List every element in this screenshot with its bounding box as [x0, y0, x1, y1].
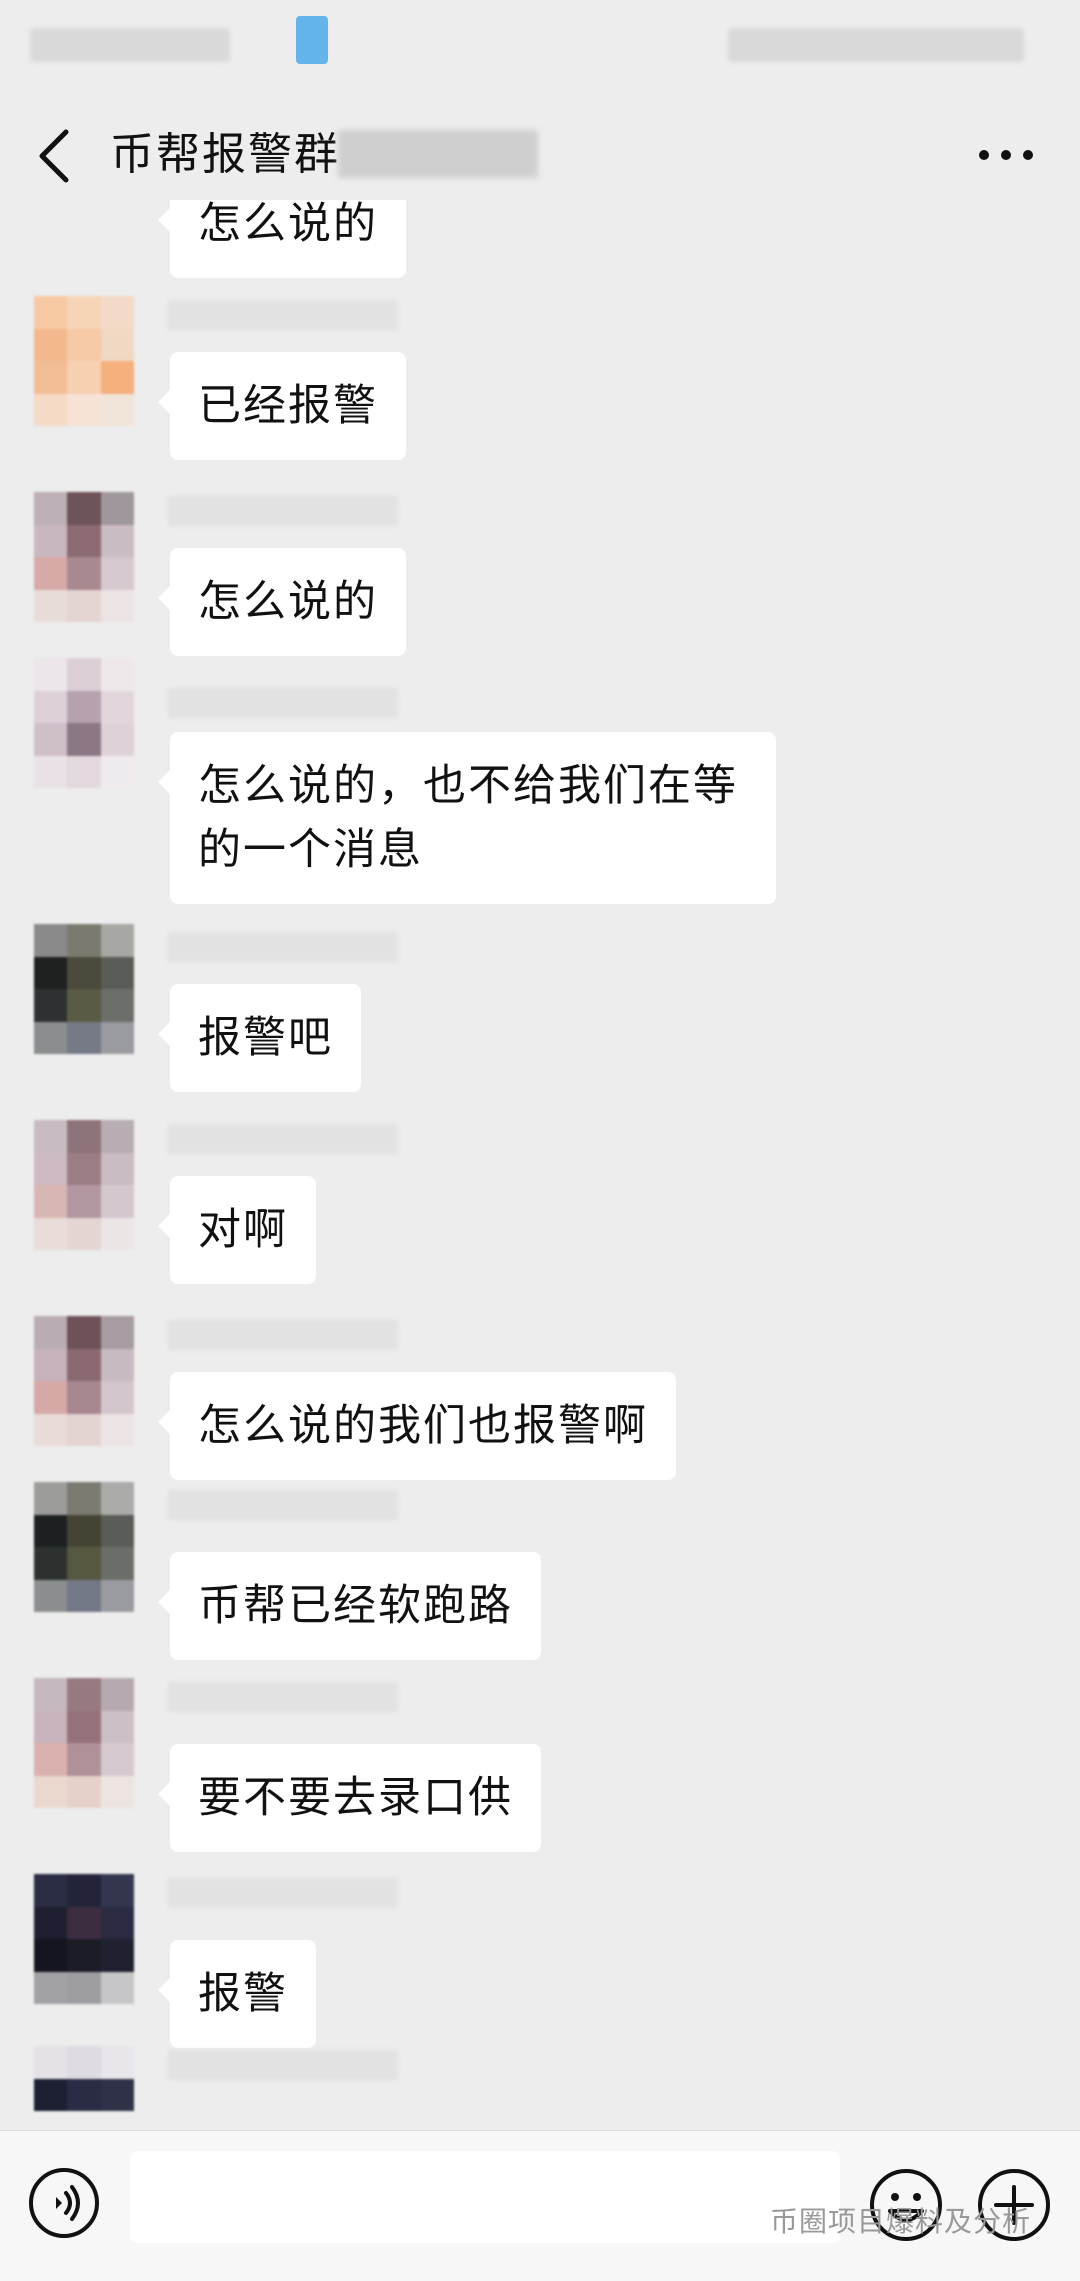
sender-name-redaction: [168, 1320, 398, 1350]
sender-name-redaction: [168, 688, 398, 718]
status-bar-notification-icon: [296, 16, 328, 64]
avatar[interactable]: [34, 1316, 134, 1446]
avatar[interactable]: [34, 2046, 134, 2130]
sender-name-redaction: [168, 1490, 398, 1520]
message-bubble[interactable]: 怎么说的，也不给我们在等的一个消息: [158, 732, 776, 904]
avatar[interactable]: [34, 1120, 134, 1250]
back-arrow-icon[interactable]: [34, 128, 78, 184]
chat-title-redaction: [338, 130, 538, 178]
status-bar: [0, 0, 1080, 100]
sender-name-redaction: [168, 932, 398, 962]
message-bubble[interactable]: 对啊: [158, 1176, 316, 1284]
message-bubble[interactable]: 怎么说的: [158, 548, 406, 656]
avatar[interactable]: [34, 1874, 134, 2004]
avatar[interactable]: [34, 296, 134, 426]
avatar[interactable]: [34, 492, 134, 622]
status-bar-time-blur: [30, 28, 230, 62]
message-bubble[interactable]: 怎么说的: [158, 200, 406, 278]
more-options-icon[interactable]: [976, 140, 1036, 170]
sender-name-redaction: [168, 1682, 398, 1712]
sender-name-redaction: [168, 1878, 398, 1908]
sender-name-redaction: [168, 1124, 398, 1154]
watermark-text: 币圈项目爆料及分析: [770, 2205, 1032, 2238]
message-bubble[interactable]: 已经报警: [158, 352, 406, 460]
message-bubble[interactable]: 要不要去录口供: [158, 1744, 541, 1852]
status-bar-indicators-blur: [728, 28, 1024, 62]
message-bubble[interactable]: 报警吧: [158, 984, 361, 1092]
avatar[interactable]: [34, 924, 134, 1054]
message-input[interactable]: [130, 2151, 840, 2243]
sender-name-redaction: [168, 2050, 398, 2080]
message-list[interactable]: 怎么说的 已经报警 怎么说的 怎么说的，也不给我们在等的一个消息 报警吧 对啊 …: [0, 200, 1080, 2130]
sender-name-redaction: [168, 496, 398, 526]
voice-input-icon[interactable]: [28, 2167, 100, 2239]
avatar[interactable]: [34, 1482, 134, 1612]
message-bubble[interactable]: 怎么说的我们也报警啊: [158, 1372, 676, 1480]
message-bubble[interactable]: 报警: [158, 1940, 316, 2048]
sender-name-redaction: [168, 300, 398, 330]
chat-header: 币帮报警群: [0, 100, 1080, 210]
message-bubble[interactable]: 币帮已经软跑路: [158, 1552, 541, 1660]
avatar[interactable]: [34, 1678, 134, 1808]
chat-title: 币帮报警群: [110, 129, 340, 180]
avatar[interactable]: [34, 658, 134, 788]
